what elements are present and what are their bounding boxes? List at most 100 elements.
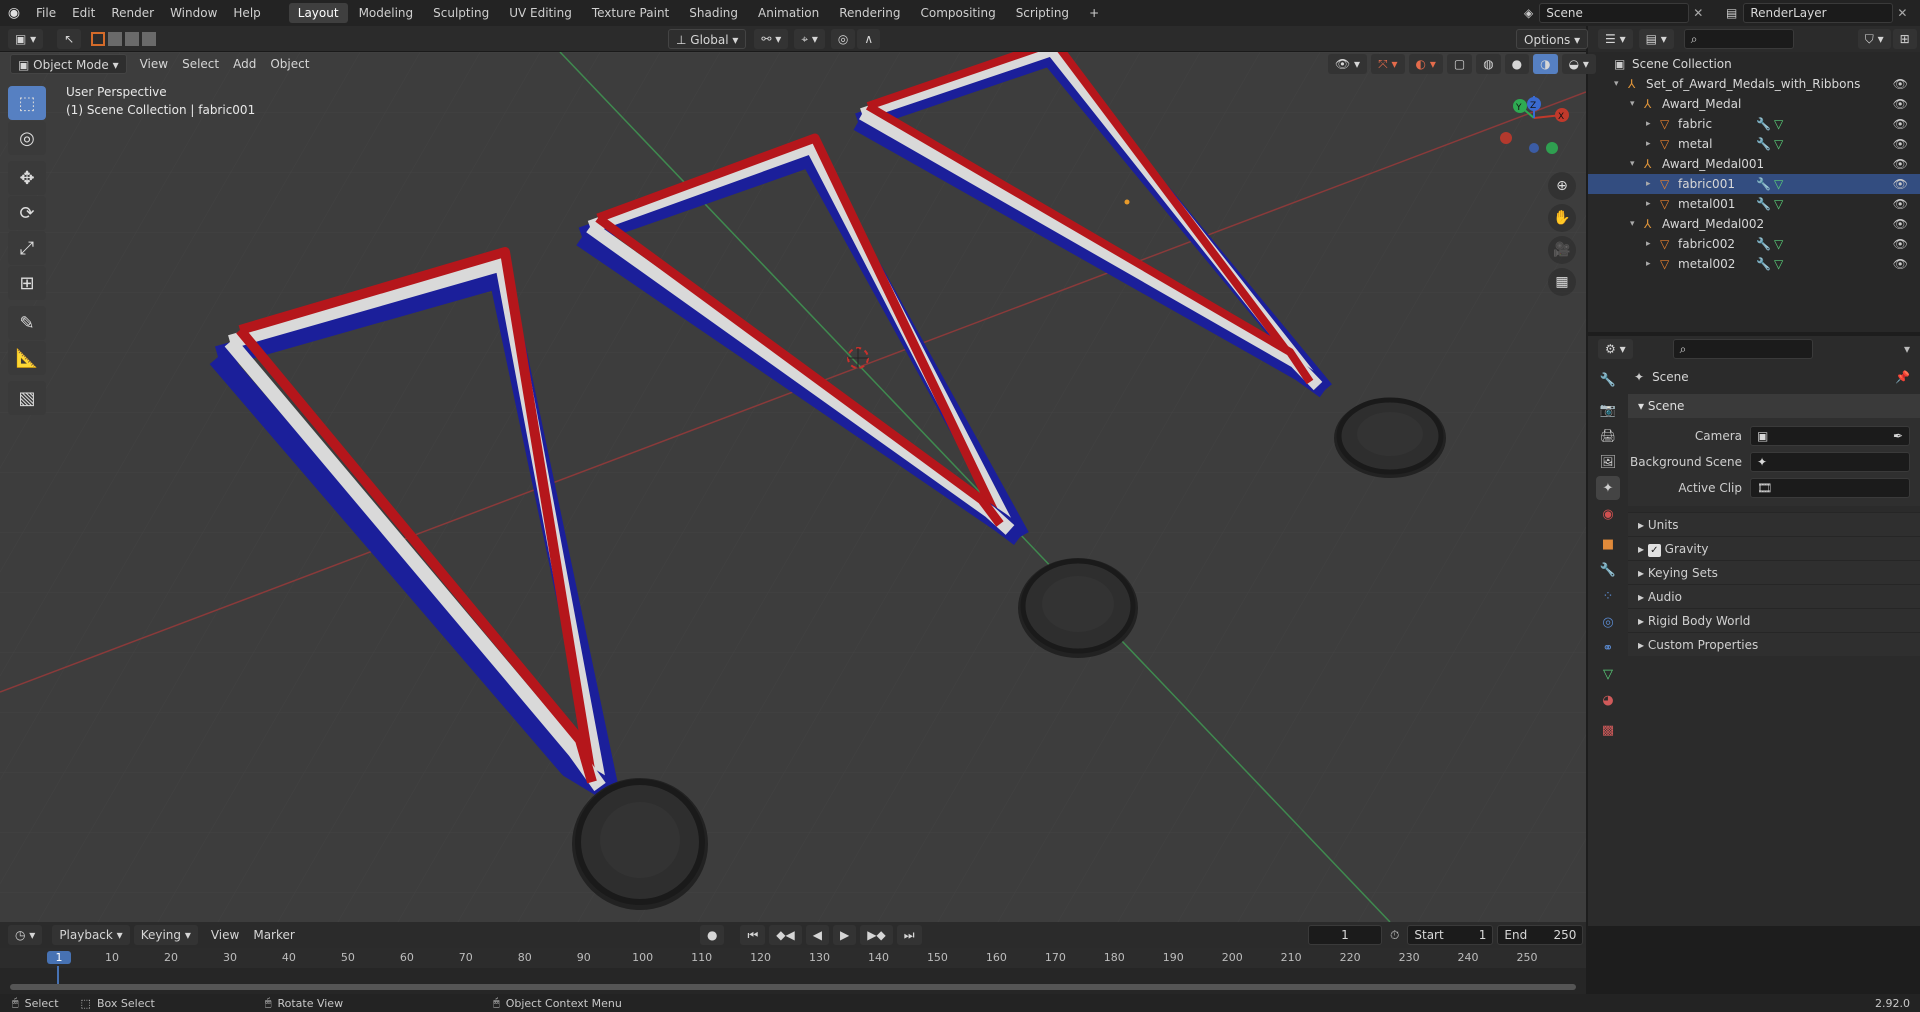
outliner-row[interactable]: ▾ ⅄ Award_Medal002 👁 [1588, 214, 1920, 234]
pivot-point-button[interactable]: ⚯ ▾ [754, 29, 789, 49]
visibility-eye-icon[interactable]: 👁 [1893, 154, 1908, 174]
proportional-edit-button[interactable]: ◎ [830, 29, 856, 49]
new-collection-icon[interactable]: ⊞ [1892, 29, 1917, 49]
renderlayer-field[interactable]: RenderLayer [1743, 3, 1894, 23]
menu-select[interactable]: Select [175, 57, 226, 71]
tool-tab-icon[interactable]: 🔧 [1596, 368, 1620, 392]
move-icon[interactable]: ✥ [8, 161, 46, 195]
outliner-editor-type-button[interactable]: ☰ ▾ [1598, 29, 1633, 49]
options-dropdown[interactable]: Options ▾ [1516, 29, 1589, 49]
custom-properties-panel-header[interactable]: ▸ Custom Properties [1628, 632, 1920, 656]
next-keyframe-icon[interactable]: ▶◆ [860, 925, 893, 945]
visibility-eye-icon[interactable]: 👁 [1893, 74, 1908, 94]
tab-animation[interactable]: Animation [749, 3, 828, 23]
mesh-data-icon[interactable]: ▽ [1774, 254, 1783, 274]
outliner-row[interactable]: ▸ ▽ metal001 🔧 ▽ 👁 [1588, 194, 1920, 214]
play-icon[interactable]: ▶ [833, 925, 857, 945]
physics-tab-icon[interactable]: ◎ [1596, 610, 1620, 634]
modifier-wrench-icon[interactable]: 🔧 [1756, 134, 1771, 154]
modifier-wrench-icon[interactable]: 🔧 [1756, 254, 1771, 274]
modifier-tab-icon[interactable]: 🔧 [1596, 558, 1620, 582]
timeline-ruler[interactable]: 1 10 20 30 40 50 60 70 80 90 100 110 120 130 140 150 160… [0, 948, 1586, 984]
xray-toggle-icon[interactable]: ▢ [1446, 54, 1473, 74]
selection-modes[interactable] [91, 31, 157, 46]
expand-arrow-icon[interactable]: ▸ [1646, 194, 1651, 214]
constraints-tab-icon[interactable]: ⚭ [1596, 636, 1620, 660]
add-cube-icon[interactable]: ▧ [8, 381, 46, 415]
tab-modeling[interactable]: Modeling [350, 3, 423, 23]
modifier-wrench-icon[interactable]: 🔧 [1756, 114, 1771, 134]
pan-hand-icon[interactable]: ✋ [1548, 204, 1576, 232]
visibility-eye-icon[interactable]: 👁 [1893, 114, 1908, 134]
gravity-panel-header[interactable]: ▸ ✓ Gravity [1628, 536, 1920, 560]
rendered-shading-icon[interactable]: ◒ ▾ [1561, 54, 1596, 74]
outliner-row[interactable]: ▸ ▽ metal002 🔧 ▽ 👁 [1588, 254, 1920, 274]
current-frame-field[interactable]: 1 [1308, 925, 1382, 945]
expand-arrow-icon[interactable]: ▸ [1646, 254, 1651, 274]
modifier-wrench-icon[interactable]: 🔧 [1756, 234, 1771, 254]
extend-selection-icon[interactable] [108, 31, 123, 46]
tab-texture-paint[interactable]: Texture Paint [583, 3, 678, 23]
3d-viewport[interactable]: X Y Z User Perspective (1) Scene Collect… [0, 52, 1586, 922]
menu-add[interactable]: Add [226, 57, 263, 71]
object-tab-icon[interactable]: ■ [1596, 532, 1620, 556]
falloff-button[interactable]: ∧ [857, 29, 881, 49]
tab-layout[interactable]: Layout [288, 3, 348, 23]
ortho-grid-icon[interactable]: ▦ [1548, 268, 1576, 296]
properties-editor-type-button[interactable]: ⚙ ▾ [1598, 339, 1633, 359]
expand-arrow-icon[interactable]: ▾ [1630, 214, 1635, 234]
mesh-data-icon[interactable]: ▽ [1774, 234, 1783, 254]
tab-rendering[interactable]: Rendering [830, 3, 909, 23]
chevron-down-icon[interactable]: ▾ [1904, 342, 1910, 356]
menu-file[interactable]: File [28, 0, 64, 26]
mesh-data-icon[interactable]: ▽ [1774, 174, 1783, 194]
modifier-wrench-icon[interactable]: 🔧 [1756, 194, 1771, 214]
view-layer-tab-icon[interactable]: 🖼 [1596, 450, 1620, 474]
units-panel-header[interactable]: ▸ Units [1628, 512, 1920, 536]
visibility-eye-icon[interactable]: 👁 [1893, 174, 1908, 194]
visibility-eye-icon[interactable]: 👁 [1893, 214, 1908, 234]
close-icon[interactable]: ✕ [1693, 6, 1703, 20]
timeline-area[interactable]: 1 10 20 30 40 50 60 70 80 90 100 110 120 130 140 150 160… [0, 948, 1586, 994]
eyedropper-icon[interactable]: ✒ [1893, 427, 1903, 445]
visibility-eye-icon[interactable]: 👁 [1893, 194, 1908, 214]
keying-sets-panel-header[interactable]: ▸ Keying Sets [1628, 560, 1920, 584]
outliner-row[interactable]: ▸ ▽ fabric002 🔧 ▽ 👁 [1588, 234, 1920, 254]
active-clip-field[interactable]: 🎞 [1750, 478, 1910, 498]
overlay-toggle-icon[interactable]: ◐ ▾ [1408, 54, 1443, 74]
expand-arrow-icon[interactable]: ▸ [1646, 114, 1651, 134]
expand-arrow-icon[interactable]: ▸ [1646, 234, 1651, 254]
menu-render[interactable]: Render [103, 0, 162, 26]
add-workspace-button[interactable]: + [1080, 3, 1108, 23]
record-icon[interactable]: ● [700, 925, 725, 945]
blender-logo-icon[interactable]: ◉ [0, 0, 28, 26]
solid-shading-icon[interactable]: ● [1504, 54, 1530, 74]
output-tab-icon[interactable]: 🖨 [1596, 424, 1620, 448]
wireframe-shading-icon[interactable]: ◍ [1476, 54, 1501, 74]
invert-selection-icon[interactable] [142, 31, 157, 46]
rotate-icon[interactable]: ⟳ [8, 196, 46, 230]
medal-award-medal002[interactable] [1334, 397, 1446, 478]
mesh-data-icon[interactable]: ▽ [1774, 134, 1783, 154]
snap-button[interactable]: ⌖ ▾ [794, 29, 825, 49]
measure-icon[interactable]: 📐 [8, 341, 46, 375]
playback-dropdown[interactable]: Playback ▾ [52, 925, 130, 945]
tab-shading[interactable]: Shading [680, 3, 747, 23]
scale-icon[interactable]: ⤢ [8, 231, 46, 265]
outliner-row[interactable]: ▸ ▽ fabric 🔧 ▽ 👁 [1588, 114, 1920, 134]
visibility-eye-icon[interactable]: 👁 [1893, 94, 1908, 114]
cursor-icon[interactable]: ◎ [8, 121, 46, 155]
camera-field[interactable]: ▣ ✒ [1750, 426, 1910, 446]
annotate-icon[interactable]: ✎ [8, 306, 46, 340]
prev-keyframe-icon[interactable]: ◆◀ [769, 925, 802, 945]
outliner-row[interactable]: ▾ ⅄ Set_of_Award_Medals_with_Ribbons 👁 [1588, 74, 1920, 94]
scene-field[interactable]: Scene [1539, 3, 1690, 23]
tab-compositing[interactable]: Compositing [911, 3, 1004, 23]
tab-scripting[interactable]: Scripting [1007, 3, 1078, 23]
gizmo-toggle-icon[interactable]: ⤧ ▾ [1371, 54, 1405, 74]
timeline-view-menu[interactable]: View [204, 928, 246, 942]
scene-panel-header[interactable]: ▾ Scene [1628, 394, 1920, 418]
scene-icon[interactable]: ◈ [1524, 6, 1533, 20]
play-reverse-icon[interactable]: ◀ [805, 925, 829, 945]
modifier-wrench-icon[interactable]: 🔧 [1756, 174, 1771, 194]
